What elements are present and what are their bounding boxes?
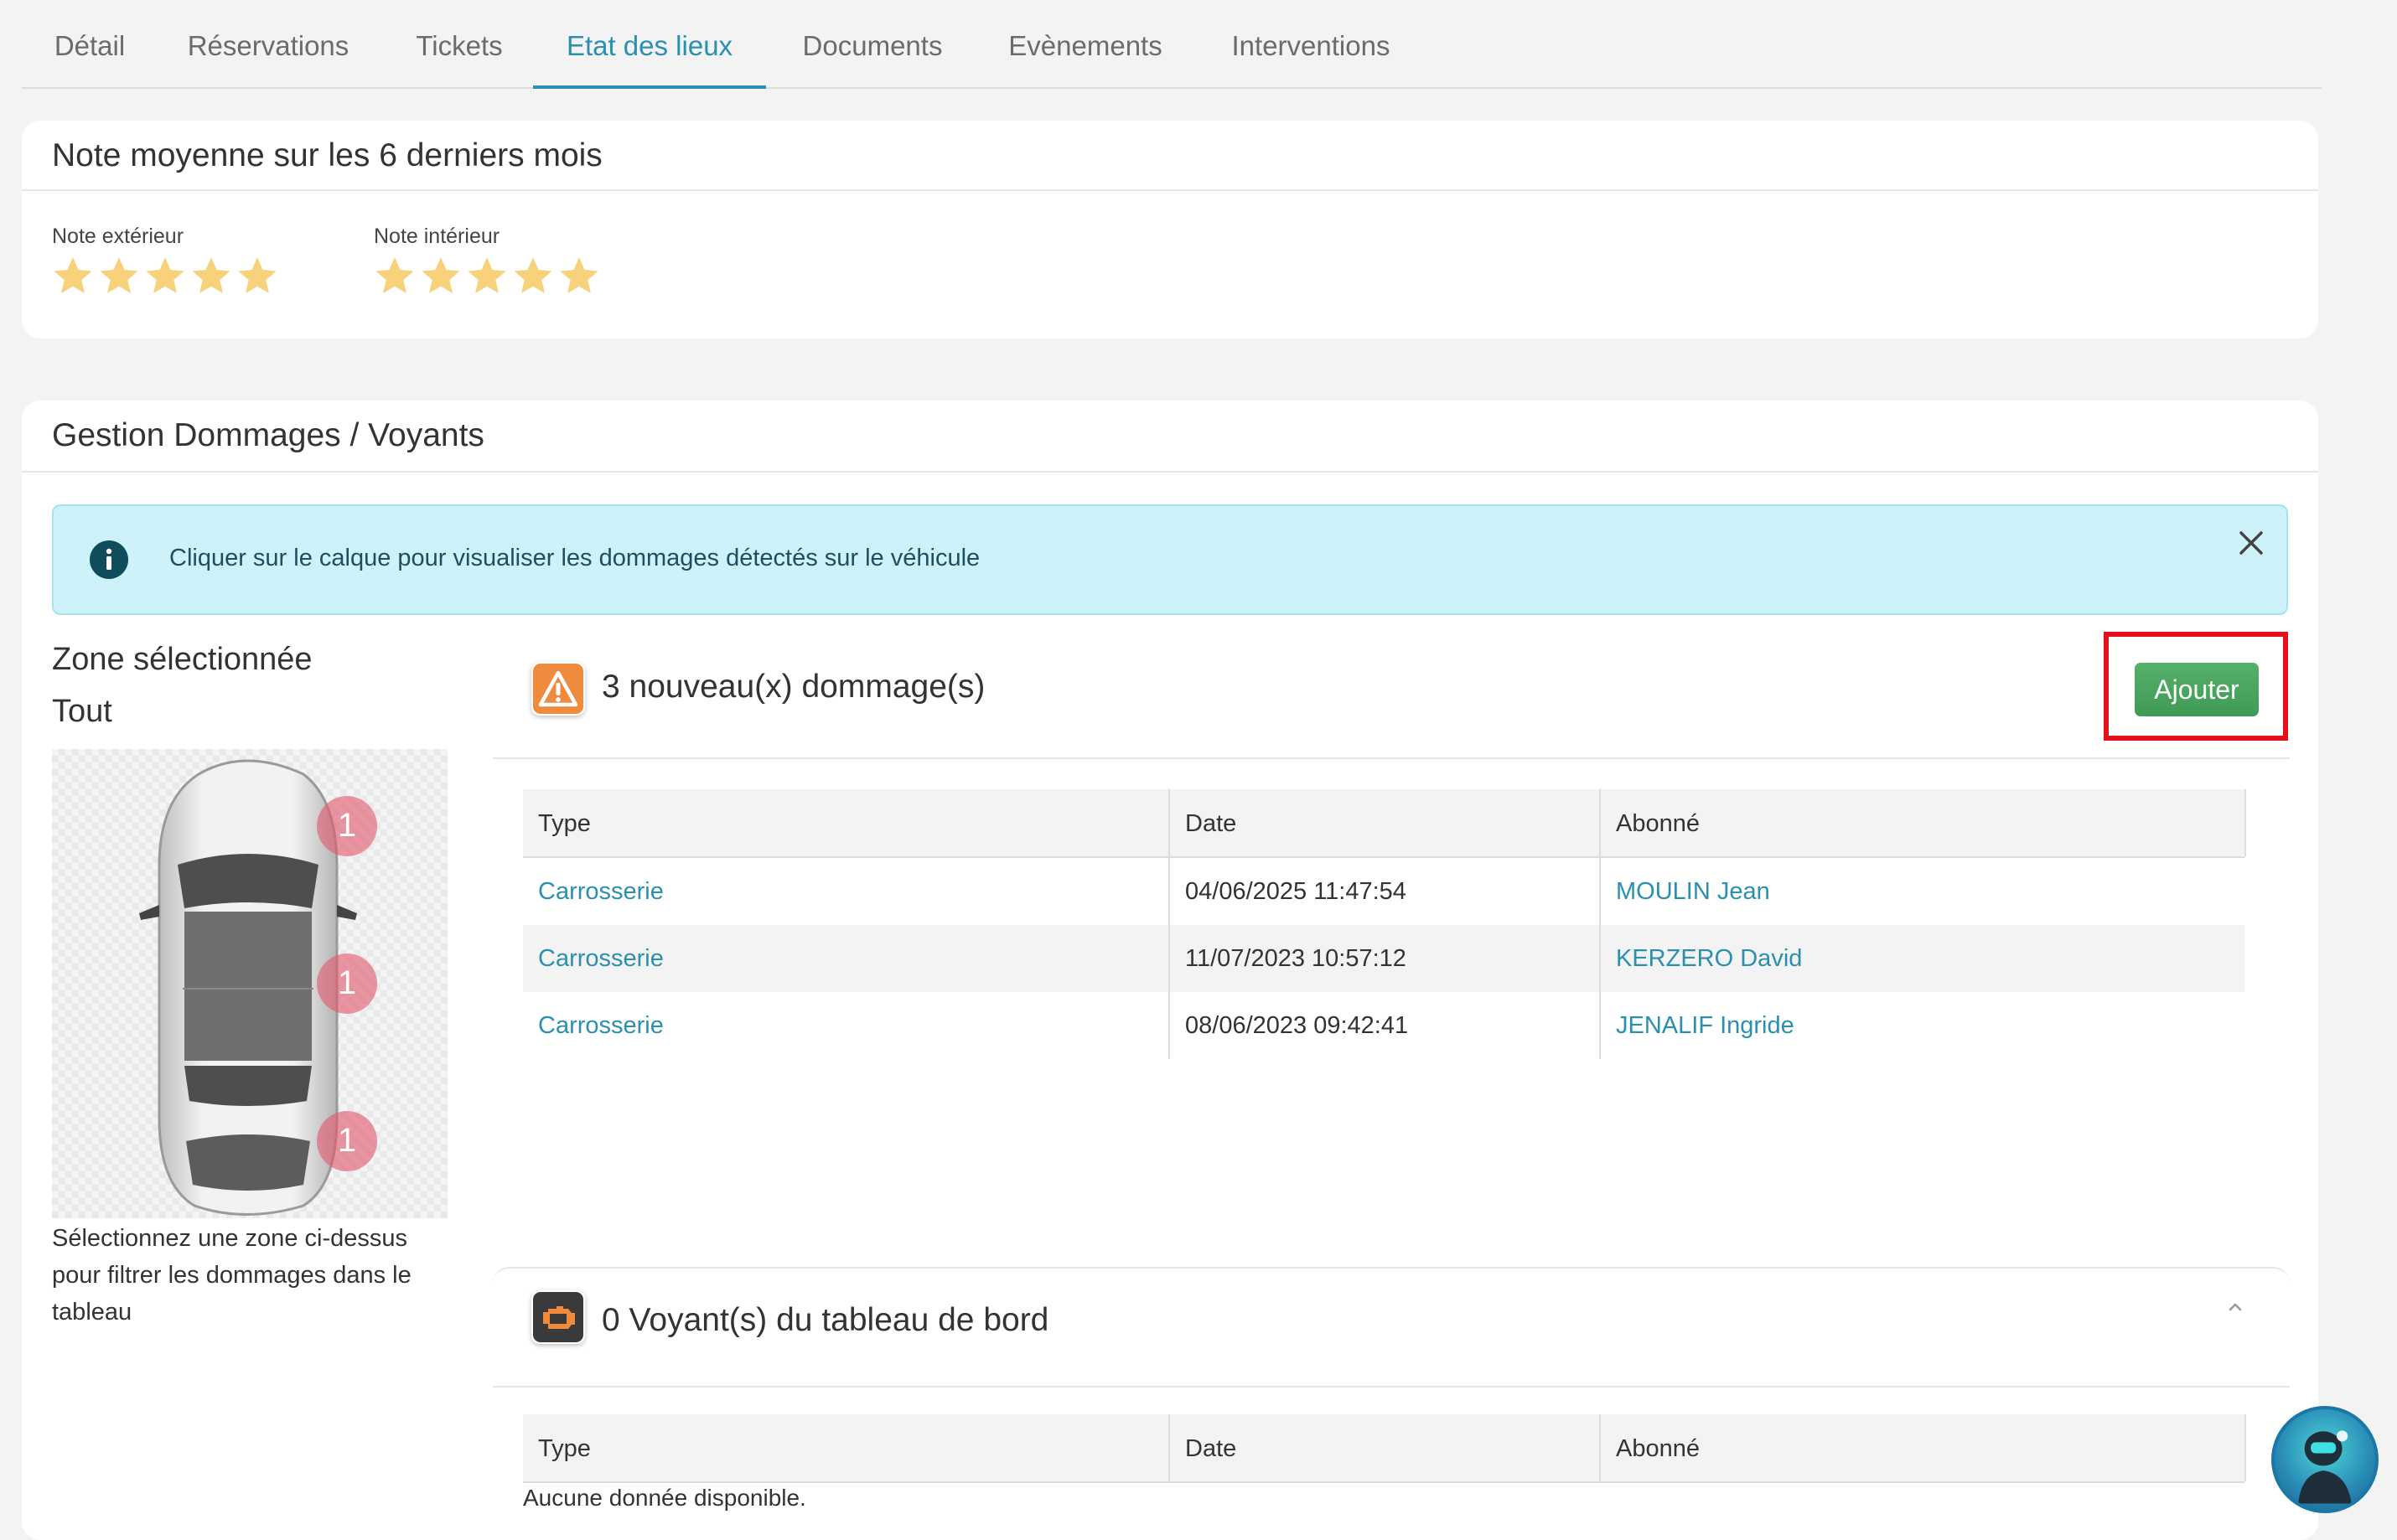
warnings-section-header: 0 Voyant(s) du tableau de bord <box>493 1267 2290 1388</box>
star-icon <box>238 257 277 293</box>
warnings-title: 0 Voyant(s) du tableau de bord <box>602 1302 1049 1338</box>
empty-table-message: Aucune donnée disponible. <box>523 1485 806 1511</box>
exterior-rating-label: Note extérieur <box>52 225 184 248</box>
engine-warning-icon <box>531 1290 585 1344</box>
star-icon <box>146 257 184 293</box>
rating-card: Note moyenne sur les 6 derniers mois Not… <box>22 121 2318 338</box>
subscriber-link[interactable]: MOULIN Jean <box>1601 858 1770 925</box>
warnings-table: Type Date Abonné Aucune donnée disponibl… <box>523 1414 2256 1515</box>
tab-evenements[interactable]: Evènements <box>1004 0 1167 87</box>
zone-help-text: Sélectionnez une zone ci-dessus pour fil… <box>52 1225 412 1326</box>
column-divider <box>1168 789 1170 1059</box>
column-header-date[interactable]: Date <box>1170 1414 1599 1481</box>
column-divider <box>1168 1414 1170 1481</box>
assistant-avatar[interactable] <box>2271 1406 2379 1513</box>
star-icon <box>375 257 414 293</box>
tab-detail[interactable]: Détail <box>50 0 129 87</box>
damage-type-link[interactable]: Carrosserie <box>523 992 664 1059</box>
vehicle-diagram[interactable]: 1 1 1 <box>52 749 448 1218</box>
tab-bar: Détail Réservations Tickets Etat des lie… <box>22 0 2322 89</box>
column-divider <box>1599 789 1601 1059</box>
damage-date: 04/06/2025 11:47:54 <box>1185 878 1406 905</box>
column-divider <box>2244 1414 2246 1481</box>
star-icon <box>468 257 506 293</box>
damage-date: 11/07/2023 10:57:12 <box>1185 945 1406 972</box>
chevron-up-icon[interactable] <box>2223 1297 2248 1317</box>
star-icon <box>514 257 552 293</box>
zone-value: Tout <box>52 694 112 729</box>
column-header-subscriber[interactable]: Abonné <box>1601 1414 2244 1481</box>
damages-table: Type Date Abonné Carrosserie 04/06/2025 … <box>523 789 2256 1066</box>
add-damage-button[interactable]: Ajouter <box>2135 663 2259 716</box>
column-header-type[interactable]: Type <box>523 1414 1168 1481</box>
star-icon <box>422 257 460 293</box>
subscriber-link[interactable]: KERZERO David <box>1601 925 1802 992</box>
exterior-rating-stars <box>52 255 282 297</box>
damage-zone-marker-middle[interactable]: 1 <box>317 953 377 1014</box>
column-divider <box>2244 789 2246 856</box>
robot-icon <box>2298 1430 2352 1504</box>
rating-title: Note moyenne sur les 6 derniers mois <box>52 137 603 173</box>
table-row[interactable]: Carrosserie 04/06/2025 11:47:54 MOULIN J… <box>523 858 2244 925</box>
table-row[interactable]: Carrosserie 11/07/2023 10:57:12 KERZERO … <box>523 925 2244 992</box>
alert-message: Cliquer sur le calque pour visualiser le… <box>169 545 981 571</box>
star-icon <box>54 257 92 293</box>
damage-management-title: Gestion Dommages / Voyants <box>52 417 484 453</box>
info-icon <box>90 540 128 579</box>
car-top-view-icon <box>139 759 357 1216</box>
info-alert: Cliquer sur le calque pour visualiser le… <box>52 504 2288 615</box>
damage-type-link[interactable]: Carrosserie <box>523 925 664 992</box>
close-icon[interactable] <box>2234 526 2268 560</box>
zone-heading: Zone sélectionnée <box>52 642 313 677</box>
tab-reservations[interactable]: Réservations <box>184 0 352 87</box>
damages-title: 3 nouveau(x) dommage(s) <box>602 669 986 705</box>
damage-type-link[interactable]: Carrosserie <box>523 858 664 925</box>
subscriber-link[interactable]: JENALIF Ingride <box>1601 992 1794 1059</box>
column-header-type[interactable]: Type <box>523 789 1168 856</box>
star-icon <box>192 257 230 293</box>
damages-section-header: 3 nouveau(x) dommage(s) <box>493 654 2290 759</box>
interior-rating-label: Note intérieur <box>374 225 500 248</box>
star-icon <box>100 257 138 293</box>
damage-zone-marker-front[interactable]: 1 <box>317 796 377 856</box>
column-header-subscriber[interactable]: Abonné <box>1601 789 2244 856</box>
table-header: Type Date Abonné <box>523 789 2244 858</box>
table-row[interactable]: Carrosserie 08/06/2023 09:42:41 JENALIF … <box>523 992 2244 1059</box>
tab-tickets[interactable]: Tickets <box>412 0 506 87</box>
tab-documents[interactable]: Documents <box>796 0 949 87</box>
damage-zone-marker-rear[interactable]: 1 <box>317 1111 377 1171</box>
column-divider <box>1599 1414 1601 1481</box>
tab-etat-des-lieux[interactable]: Etat des lieux <box>533 0 766 89</box>
column-header-date[interactable]: Date <box>1170 789 1599 856</box>
damage-date: 08/06/2023 09:42:41 <box>1185 1012 1409 1039</box>
table-header: Type Date Abonné <box>523 1414 2244 1483</box>
star-icon <box>560 257 598 293</box>
divider <box>22 189 2318 191</box>
warning-triangle-icon <box>531 662 585 716</box>
divider <box>22 471 2318 473</box>
interior-rating-stars <box>374 255 604 297</box>
tab-interventions[interactable]: Interventions <box>1222 0 1400 87</box>
